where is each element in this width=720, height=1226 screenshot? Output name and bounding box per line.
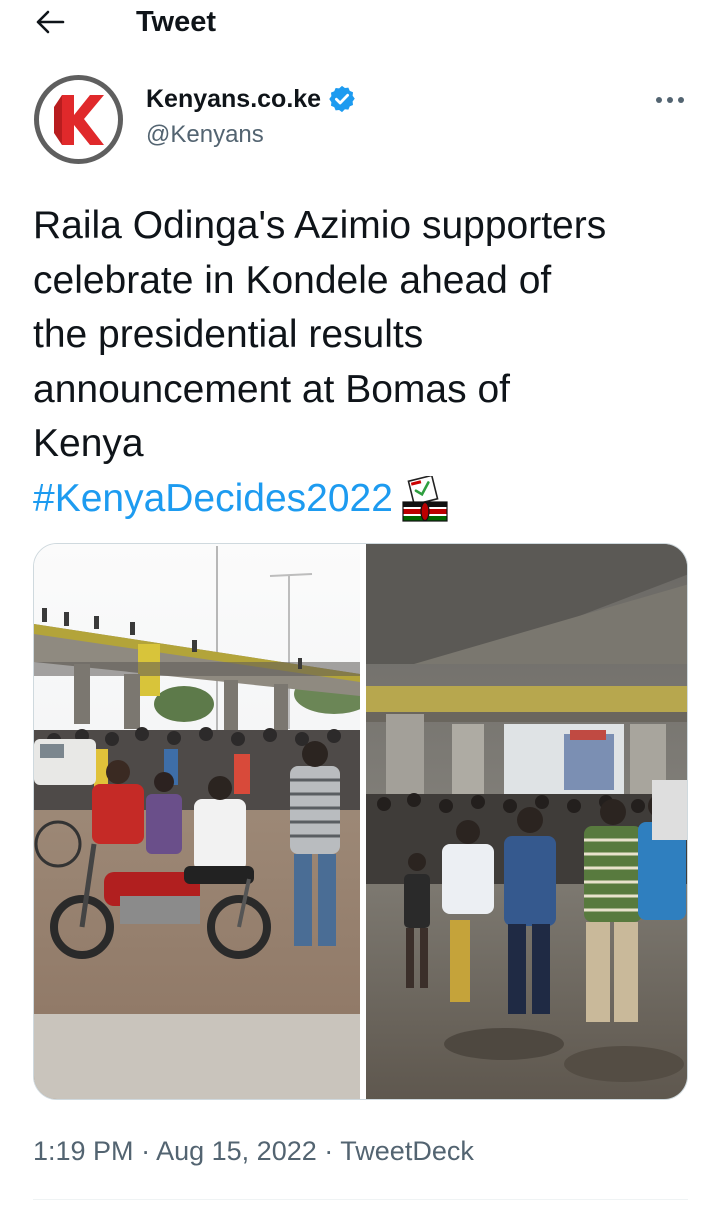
hashtag-link[interactable]: #KenyaDecides2022 xyxy=(33,472,393,527)
right-photo xyxy=(366,544,687,1099)
avatar[interactable] xyxy=(32,73,125,166)
ballot-box-kenya-flag-emoji xyxy=(402,475,448,522)
tweet-text-line: Raila Odinga's Azimio supporters xyxy=(33,204,607,247)
tweet-text-line: the presidential results xyxy=(33,313,424,356)
meta-separator: · xyxy=(141,1136,151,1166)
author-name-row[interactable]: Kenyans.co.ke xyxy=(146,84,357,114)
page-title: Tweet xyxy=(136,6,217,38)
more-options-button[interactable] xyxy=(650,88,690,112)
more-dots-icon xyxy=(656,97,662,103)
media-collage xyxy=(34,544,687,1099)
meta-separator: · xyxy=(324,1136,334,1166)
top-bar: Tweet xyxy=(0,0,720,44)
author-handle[interactable]: @Kenyans xyxy=(146,120,357,150)
tweet-date[interactable]: Aug 15, 2022 xyxy=(156,1136,317,1166)
hashtag-line: #KenyaDecides2022 xyxy=(33,472,693,527)
tweet-meta: 1:19 PM · Aug 15, 2022 · TweetDeck xyxy=(33,1134,474,1168)
verified-badge-icon xyxy=(329,85,355,113)
left-photo xyxy=(34,544,374,1099)
kenyans-logo xyxy=(32,73,125,166)
tweet-text-line: announcement at Bomas of xyxy=(33,367,510,411)
tweet-source[interactable]: TweetDeck xyxy=(340,1136,474,1166)
author-info: Kenyans.co.ke @Kenyans xyxy=(146,84,357,150)
tweet-text-line: Kenya xyxy=(33,422,144,465)
tweet-time[interactable]: 1:19 PM xyxy=(33,1136,134,1166)
divider xyxy=(33,1199,688,1200)
tweet-media[interactable] xyxy=(33,543,688,1100)
author-display-name[interactable]: Kenyans.co.ke xyxy=(146,84,321,114)
tweet-text-line: celebrate in Kondele ahead of xyxy=(33,258,552,302)
back-button[interactable] xyxy=(32,6,68,38)
tweet-text: Raila Odinga's Azimio supporters celebra… xyxy=(33,199,693,526)
arrow-left-icon xyxy=(36,10,65,34)
